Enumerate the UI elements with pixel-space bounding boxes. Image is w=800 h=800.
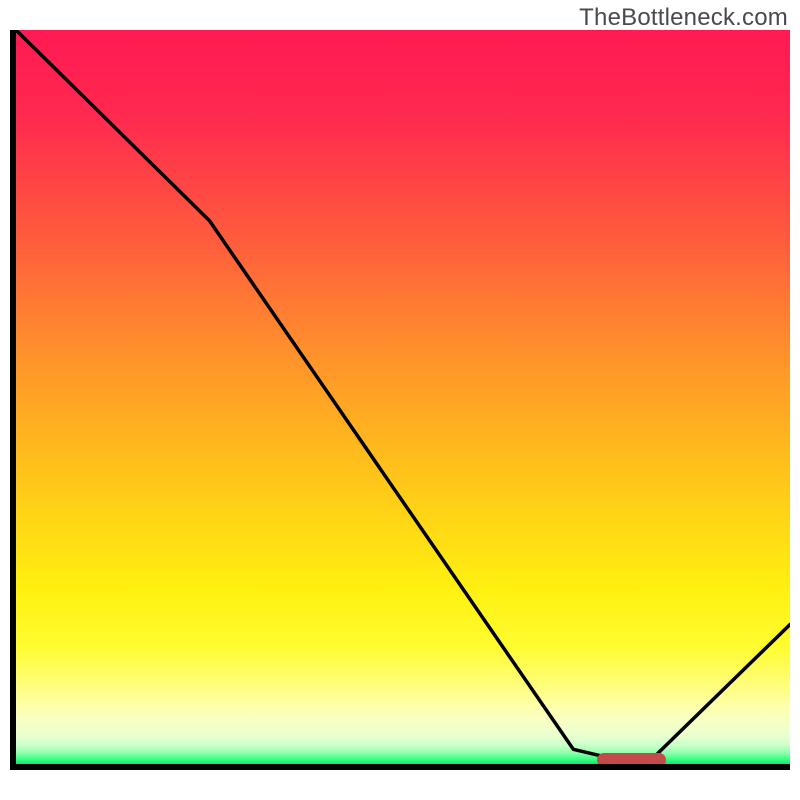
bottleneck-curve bbox=[16, 30, 790, 764]
chart-frame: TheBottleneck.com bbox=[0, 0, 800, 800]
plot-area bbox=[16, 30, 790, 764]
x-axis bbox=[10, 764, 790, 770]
optimal-range-marker bbox=[597, 753, 667, 764]
watermark-text: TheBottleneck.com bbox=[579, 4, 788, 32]
